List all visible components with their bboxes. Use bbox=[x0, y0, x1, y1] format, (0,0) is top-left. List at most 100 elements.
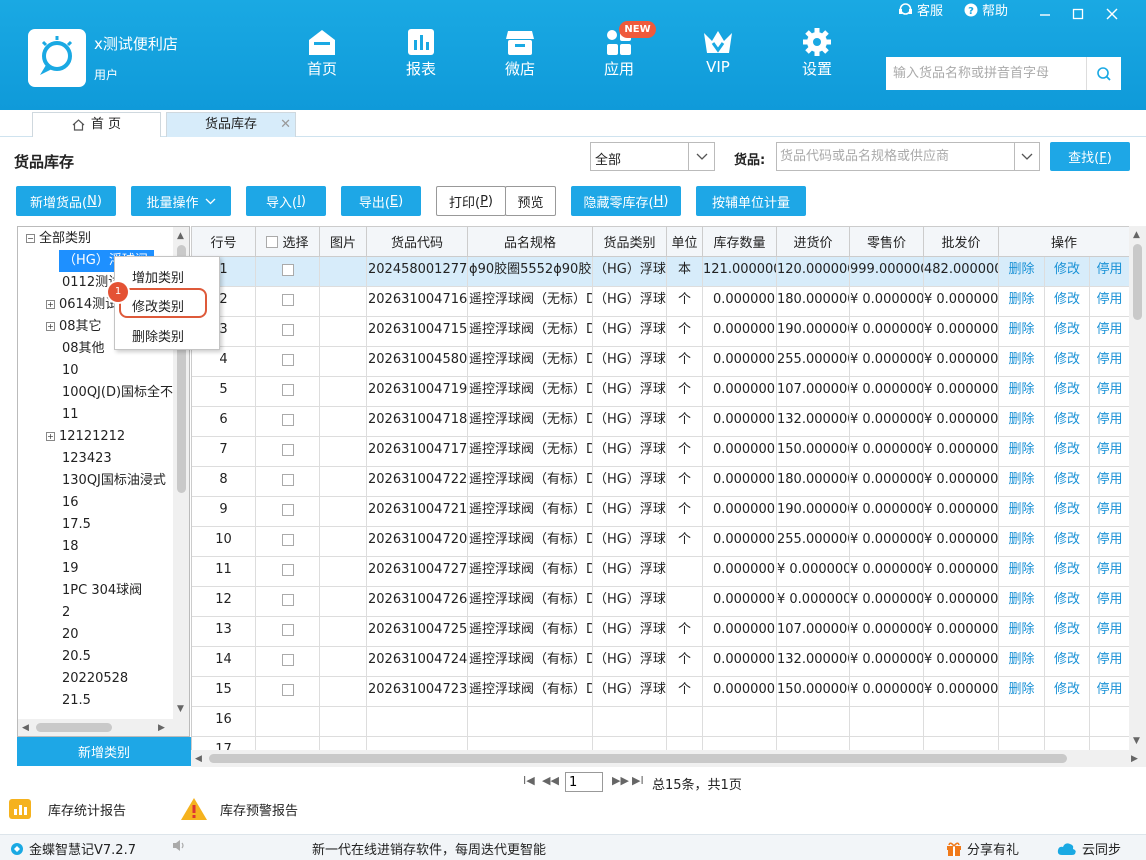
add-goods-button[interactable]: 新增货品(N) bbox=[16, 186, 116, 216]
table-horizontal-scroll-thumb[interactable] bbox=[209, 754, 1067, 763]
row-checkbox[interactable] bbox=[281, 353, 294, 366]
tree-node[interactable]: 100QJ(D)国标全不锈钢 bbox=[62, 382, 189, 404]
export-button[interactable]: 导出(E) bbox=[341, 186, 421, 216]
close-window-button[interactable] bbox=[1106, 8, 1118, 20]
delete-link[interactable]: 删除 bbox=[999, 437, 1045, 467]
find-button[interactable]: 查找(F) bbox=[1050, 142, 1130, 171]
edit-link[interactable]: 修改 bbox=[1045, 347, 1090, 377]
disable-link[interactable]: 停用 bbox=[1090, 287, 1129, 317]
next-page-icon[interactable]: ▶▶ bbox=[612, 774, 629, 787]
row-checkbox[interactable] bbox=[281, 473, 294, 486]
share-gift-button[interactable]: 分享有礼 bbox=[946, 839, 1019, 858]
disable-link[interactable]: 停用 bbox=[1090, 437, 1129, 467]
tree-node[interactable]: 08其他 bbox=[62, 338, 105, 360]
tree-node[interactable]: 17.5 bbox=[62, 514, 91, 536]
tree-node[interactable]: +0614测试 bbox=[46, 294, 118, 316]
delete-link[interactable]: 删除 bbox=[999, 677, 1045, 707]
edit-link[interactable]: 修改 bbox=[1045, 317, 1090, 347]
row-checkbox[interactable] bbox=[281, 293, 294, 306]
delete-link[interactable]: 删除 bbox=[999, 377, 1045, 407]
expand-icon[interactable]: + bbox=[46, 322, 55, 331]
row-checkbox[interactable] bbox=[281, 623, 294, 636]
edit-link[interactable]: 修改 bbox=[1045, 647, 1090, 677]
disable-link[interactable]: 停用 bbox=[1090, 497, 1129, 527]
tree-node-root[interactable]: − 全部类别 bbox=[26, 228, 91, 250]
delete-link[interactable]: 删除 bbox=[999, 407, 1045, 437]
page-number-input[interactable] bbox=[565, 772, 603, 792]
hide-zero-stock-button[interactable]: 隐藏零库存(H) bbox=[571, 186, 681, 216]
disable-link[interactable]: 停用 bbox=[1090, 257, 1129, 287]
delete-link[interactable]: 删除 bbox=[999, 647, 1045, 677]
disable-link[interactable]: 停用 bbox=[1090, 317, 1129, 347]
delete-link[interactable]: 删除 bbox=[999, 317, 1045, 347]
delete-link[interactable]: 删除 bbox=[999, 347, 1045, 377]
row-checkbox[interactable] bbox=[281, 593, 294, 606]
tree-node[interactable]: 20.5 bbox=[62, 646, 91, 668]
tree-node[interactable]: 1PC 304球阀 bbox=[62, 580, 142, 602]
stock-warning-report-link[interactable]: 库存预警报告 bbox=[180, 796, 298, 822]
tree-node[interactable]: 21.5 bbox=[62, 690, 91, 712]
edit-link[interactable]: 修改 bbox=[1045, 257, 1090, 287]
delete-link[interactable]: 删除 bbox=[999, 257, 1045, 287]
edit-link[interactable]: 修改 bbox=[1045, 617, 1090, 647]
edit-link[interactable]: 修改 bbox=[1045, 377, 1090, 407]
batch-operation-button[interactable]: 批量操作 bbox=[131, 186, 231, 216]
row-checkbox[interactable] bbox=[281, 683, 294, 696]
table-vertical-scrollbar[interactable]: ▲ ▼ bbox=[1129, 226, 1146, 750]
import-button[interactable]: 导入(I) bbox=[246, 186, 326, 216]
delete-link[interactable]: 删除 bbox=[999, 587, 1045, 617]
row-checkbox[interactable] bbox=[281, 653, 294, 666]
tree-node[interactable]: 19 bbox=[62, 558, 79, 580]
select-all-checkbox[interactable] bbox=[266, 235, 279, 248]
add-category-button[interactable]: 新增类别 bbox=[17, 737, 191, 766]
disable-link[interactable]: 停用 bbox=[1090, 467, 1129, 497]
nav-vip[interactable]: VIP bbox=[688, 27, 748, 83]
disable-link[interactable]: 停用 bbox=[1090, 677, 1129, 707]
tree-node[interactable]: 16 bbox=[62, 492, 79, 514]
cloud-sync-button[interactable]: 云同步 bbox=[1057, 839, 1121, 858]
edit-link[interactable]: 修改 bbox=[1045, 677, 1090, 707]
disable-link[interactable]: 停用 bbox=[1090, 527, 1129, 557]
nav-microshop[interactable]: 微店 bbox=[490, 27, 550, 83]
edit-link[interactable]: 修改 bbox=[1045, 407, 1090, 437]
row-checkbox[interactable] bbox=[281, 383, 294, 396]
disable-link[interactable]: 停用 bbox=[1090, 647, 1129, 677]
menu-delete-category[interactable]: 删除类别 bbox=[132, 326, 184, 345]
delete-link[interactable]: 删除 bbox=[999, 557, 1045, 587]
col-header-select[interactable]: 选择 bbox=[256, 227, 320, 257]
goods-dropdown-button[interactable] bbox=[1014, 143, 1039, 170]
disable-link[interactable]: 停用 bbox=[1090, 377, 1129, 407]
stock-stats-report-link[interactable]: 库存统计报告 bbox=[8, 796, 126, 822]
tree-node[interactable]: 20 bbox=[62, 624, 79, 646]
minimize-button[interactable] bbox=[1039, 8, 1051, 20]
delete-link[interactable]: 删除 bbox=[999, 467, 1045, 497]
help-button[interactable]: ? 帮助 bbox=[964, 0, 1008, 19]
print-button[interactable]: 打印(P) bbox=[436, 186, 506, 216]
maximize-button[interactable] bbox=[1072, 8, 1084, 20]
menu-add-category[interactable]: 增加类别 bbox=[132, 267, 184, 286]
edit-link[interactable]: 修改 bbox=[1045, 437, 1090, 467]
last-page-icon[interactable]: ▶I bbox=[632, 774, 644, 787]
nav-settings[interactable]: 设置 bbox=[787, 27, 847, 83]
tree-horizontal-scrollbar[interactable]: ◀ ▶ bbox=[18, 719, 189, 736]
table-horizontal-scrollbar[interactable]: ◀ ▶ bbox=[191, 750, 1146, 767]
delete-link[interactable]: 删除 bbox=[999, 617, 1045, 647]
tree-node[interactable]: 123423 bbox=[62, 448, 112, 470]
row-checkbox[interactable] bbox=[281, 413, 294, 426]
tab-inventory[interactable]: 货品库存 ✕ bbox=[166, 112, 296, 137]
edit-link[interactable]: 修改 bbox=[1045, 497, 1090, 527]
goods-search-input[interactable] bbox=[776, 142, 1040, 171]
category-filter-select[interactable]: 全部 bbox=[590, 142, 715, 171]
tab-home[interactable]: 首 页 bbox=[32, 112, 161, 137]
tab-close-icon[interactable]: ✕ bbox=[280, 113, 291, 137]
tree-node[interactable]: 18 bbox=[62, 536, 79, 558]
expand-icon[interactable]: + bbox=[46, 432, 55, 441]
collapse-icon[interactable]: − bbox=[26, 234, 35, 243]
disable-link[interactable]: 停用 bbox=[1090, 347, 1129, 377]
tree-node[interactable]: 130QJ国标油浸式 bbox=[62, 470, 166, 492]
row-checkbox[interactable] bbox=[281, 263, 294, 276]
edit-link[interactable]: 修改 bbox=[1045, 527, 1090, 557]
global-search-input[interactable] bbox=[886, 57, 1086, 90]
edit-link[interactable]: 修改 bbox=[1045, 557, 1090, 587]
delete-link[interactable]: 删除 bbox=[999, 527, 1045, 557]
